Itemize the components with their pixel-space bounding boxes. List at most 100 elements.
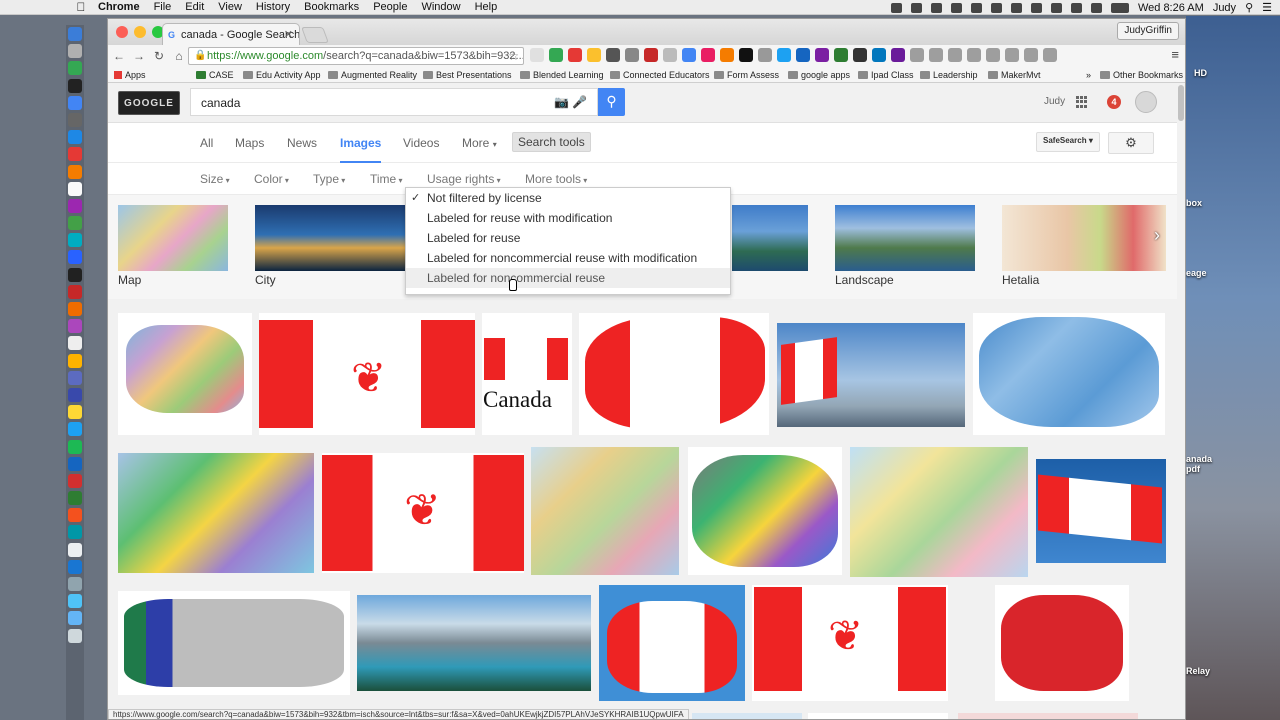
search-input[interactable]: canada 📷 🎤 — [190, 88, 598, 116]
image-result[interactable]: ❦ — [322, 453, 524, 573]
extension-icon[interactable] — [1024, 48, 1038, 62]
status-app-icon[interactable] — [970, 2, 982, 13]
bookmark-connected-educators[interactable]: Connected Educators — [610, 70, 710, 80]
usage-option-reuse-modification[interactable]: Labeled for reuse with modification — [406, 208, 730, 228]
bookmark-google-apps[interactable]: google apps — [788, 70, 850, 80]
desktop-label[interactable]: anada — [1186, 454, 1212, 464]
related-hetalia-thumbnail[interactable] — [1002, 205, 1166, 271]
status-app-icon[interactable] — [890, 2, 902, 13]
tab-news[interactable]: News — [287, 136, 317, 150]
image-result[interactable] — [777, 323, 965, 427]
extension-icon[interactable] — [1043, 48, 1057, 62]
dock-app-icon[interactable] — [68, 130, 82, 145]
related-hetalia-label[interactable]: Hetalia — [1002, 273, 1039, 287]
related-city-thumbnail[interactable] — [255, 205, 405, 271]
page-scrollbar[interactable] — [1177, 83, 1185, 719]
tab-maps[interactable]: Maps — [235, 136, 264, 150]
desktop-label[interactable]: pdf — [1186, 464, 1200, 474]
camera-icon[interactable]: 📷 — [554, 95, 569, 109]
filter-usage-rights[interactable]: Usage rights — [427, 172, 501, 186]
extension-icon[interactable] — [606, 48, 620, 62]
extension-icon[interactable] — [967, 48, 981, 62]
extension-icon[interactable] — [891, 48, 905, 62]
filter-time[interactable]: Time — [370, 172, 402, 186]
related-map-label[interactable]: Map — [118, 273, 141, 287]
bookmark-augmented-reality[interactable]: Augmented Reality — [328, 70, 417, 80]
extension-icon[interactable] — [834, 48, 848, 62]
dock-app-icon[interactable] — [68, 78, 82, 93]
dock-app-icon[interactable] — [68, 559, 82, 574]
dock-app-icon[interactable] — [68, 491, 82, 506]
extension-icon[interactable] — [758, 48, 772, 62]
extension-icon[interactable] — [625, 48, 639, 62]
image-result[interactable] — [995, 585, 1129, 701]
tab-videos[interactable]: Videos — [403, 136, 439, 150]
image-result[interactable] — [531, 447, 679, 575]
dock-app-icon[interactable] — [68, 336, 82, 351]
bookmark-edu-activity-app[interactable]: Edu Activity App — [243, 70, 321, 80]
adblock-icon[interactable] — [644, 48, 658, 62]
extension-icon[interactable] — [739, 48, 753, 62]
volume-icon[interactable] — [1090, 2, 1102, 13]
avatar[interactable] — [1135, 91, 1157, 113]
image-result[interactable] — [958, 713, 1138, 719]
account-name[interactable]: Judy — [1044, 96, 1065, 107]
desktop-label[interactable]: Relay — [1186, 666, 1210, 676]
dock-app-icon[interactable] — [68, 250, 82, 265]
dock-app-icon[interactable] — [68, 181, 82, 196]
image-result[interactable] — [692, 713, 802, 719]
status-app-icon[interactable] — [990, 2, 1002, 13]
home-icon[interactable]: ⌂ — [170, 49, 188, 63]
menu-bookmarks[interactable]: Bookmarks — [304, 1, 359, 13]
menu-help[interactable]: Help — [475, 1, 498, 13]
new-tab-button[interactable] — [301, 27, 329, 43]
bookmark-apps[interactable]: Apps — [114, 70, 146, 80]
dock-app-icon[interactable] — [68, 577, 82, 591]
bookmark-blended-learning[interactable]: Blended Learning — [520, 70, 604, 80]
filter-color[interactable]: Color — [254, 172, 289, 186]
image-result[interactable] — [1036, 459, 1166, 563]
image-result[interactable] — [973, 313, 1165, 435]
extension-icon[interactable] — [663, 48, 677, 62]
menu-window[interactable]: Window — [421, 1, 460, 13]
search-button[interactable]: ⚲ — [598, 88, 625, 116]
dock-app-icon[interactable] — [68, 594, 82, 609]
menu-file[interactable]: File — [154, 1, 172, 13]
close-window-button[interactable] — [116, 26, 128, 38]
status-app-icon[interactable] — [950, 2, 962, 13]
menu-history[interactable]: History — [256, 1, 290, 13]
usage-option-reuse[interactable]: Labeled for reuse — [406, 228, 730, 248]
image-result[interactable] — [357, 595, 591, 691]
related-landscape-label[interactable]: Landscape — [835, 273, 894, 287]
extension-icon[interactable] — [777, 48, 791, 62]
extension-icon[interactable] — [682, 48, 696, 62]
gear-icon[interactable]: ⚙ — [1108, 132, 1154, 154]
extension-icon[interactable] — [530, 48, 544, 62]
desktop-label[interactable]: HD — [1194, 68, 1207, 78]
close-tab-icon[interactable]: ✕ — [284, 28, 293, 41]
dock-app-icon[interactable] — [68, 542, 82, 557]
menu-user[interactable]: Judy — [1213, 2, 1236, 14]
usage-option-noncommercial[interactable]: Labeled for noncommercial reuse — [406, 268, 730, 288]
extension-icon[interactable] — [872, 48, 886, 62]
bookmark-best-presentations[interactable]: Best Presentations — [423, 70, 512, 80]
menu-app-chrome[interactable]: Chrome — [98, 1, 140, 13]
related-landscape-thumbnail[interactable] — [835, 205, 975, 271]
profile-button[interactable]: JudyGriffin — [1117, 22, 1179, 40]
menu-edit[interactable]: Edit — [185, 1, 204, 13]
search-tools-button[interactable]: Search tools — [512, 132, 591, 152]
dock-app-icon[interactable] — [68, 473, 82, 488]
chrome-menu-icon[interactable]: ≡ — [1171, 47, 1179, 62]
dock-app-icon[interactable] — [68, 319, 82, 334]
microphone-icon[interactable]: 🎤 — [572, 95, 587, 109]
notification-badge[interactable]: 4 — [1107, 95, 1121, 109]
menu-people[interactable]: People — [373, 1, 407, 13]
bookmark-ipad-class[interactable]: Ipad Class — [858, 70, 914, 80]
reload-icon[interactable]: ↻ — [150, 49, 168, 63]
bookmark-leadership[interactable]: Leadership — [920, 70, 978, 80]
google-apps-icon[interactable] — [1076, 96, 1088, 108]
menu-view[interactable]: View — [218, 1, 242, 13]
dock-app-icon[interactable] — [68, 456, 82, 471]
extension-icon[interactable] — [568, 48, 582, 62]
extension-icon[interactable] — [720, 48, 734, 62]
